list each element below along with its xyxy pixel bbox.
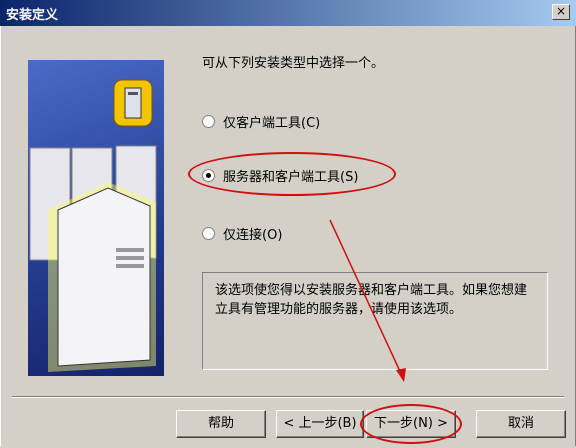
annotation-arrow-icon bbox=[329, 219, 406, 382]
